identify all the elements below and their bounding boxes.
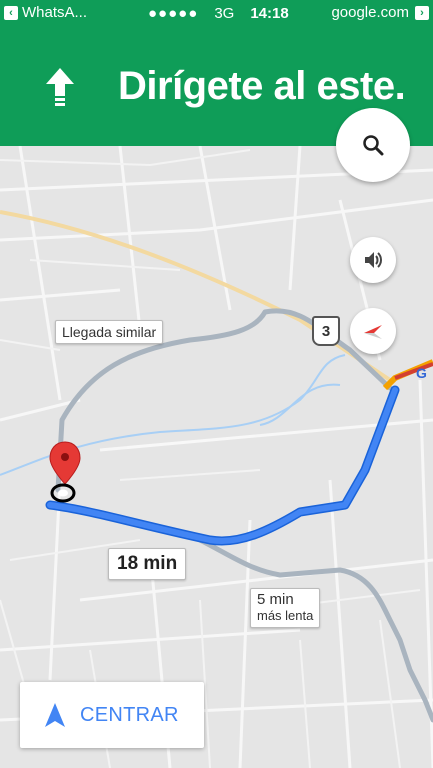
clock: 14:18 (250, 5, 289, 22)
route-label-similar[interactable]: Llegada similar (55, 320, 164, 344)
url-label: google.com (331, 4, 409, 21)
status-right[interactable]: google.com › (331, 4, 429, 21)
status-bar: ‹ WhatsA... ●●●●● 3G 14:18 google.com › (0, 0, 433, 28)
signal-dots: ●●●●● (148, 5, 199, 22)
origin-pin-icon (49, 441, 81, 503)
route-label-main[interactable]: 18 min (108, 548, 187, 580)
center-label: CENTRAR (80, 703, 179, 726)
sound-button[interactable] (350, 237, 396, 283)
slower-time: 5 min (257, 591, 294, 608)
center-button[interactable]: CENTRAR (20, 682, 204, 748)
search-button[interactable] (336, 108, 410, 182)
network-type: 3G (214, 5, 235, 22)
speaker-icon (365, 252, 382, 268)
straight-arrow-icon (46, 68, 74, 106)
back-app-label: WhatsA... (22, 4, 88, 21)
slower-note: más lenta (257, 608, 314, 623)
compass-button[interactable] (350, 308, 396, 354)
search-icon (363, 135, 384, 156)
status-center: ●●●●● 3G 14:18 (148, 5, 289, 22)
road-shield: 3 (312, 316, 340, 346)
compass-icon (364, 325, 382, 339)
back-arrow-icon: ‹ (4, 5, 18, 20)
back-to-app[interactable]: ‹ WhatsA... (4, 4, 87, 21)
navigation-instruction: Dirígete al este. (118, 64, 406, 108)
forward-arrow-icon: › (415, 5, 429, 20)
navigation-arrow-icon (45, 703, 65, 727)
svg-text:G: G (416, 365, 427, 381)
route-label-slower[interactable]: 5 min más lenta (250, 588, 321, 628)
